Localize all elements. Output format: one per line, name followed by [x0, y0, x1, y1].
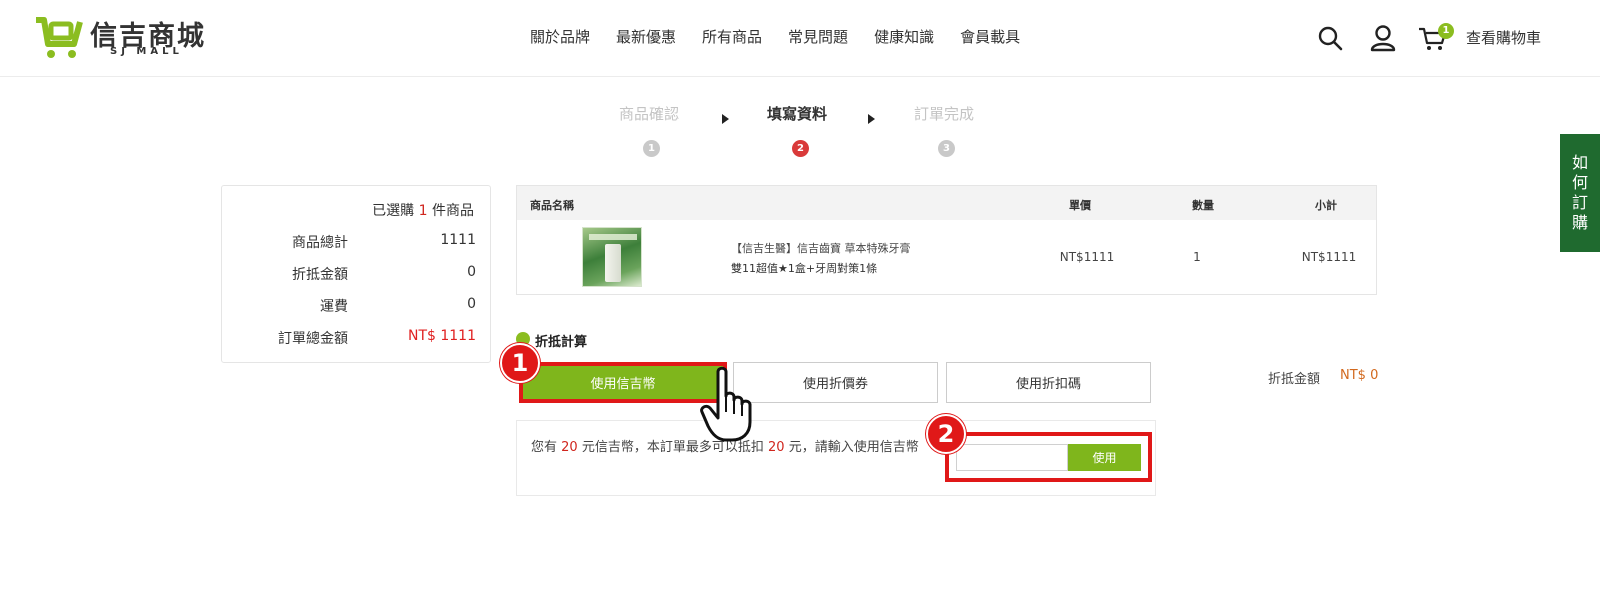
summary-label: 訂單總金額	[278, 331, 348, 347]
summary-row-discount: 折抵金額 0	[222, 264, 492, 284]
coin-balance: 20	[561, 440, 578, 455]
summary-label: 折抵金額	[292, 267, 348, 283]
product-thumbnail[interactable]	[582, 227, 642, 287]
user-icon[interactable]	[1370, 24, 1396, 52]
callout-marker-1: 1	[500, 343, 540, 383]
product-table: 商品名稱 單價 數量 小計 【信吉生醫】信吉齒寶 草本特殊牙膏 雙11超值★1盒…	[516, 185, 1377, 295]
step-arrow-icon	[722, 114, 729, 124]
step-1-label: 商品確認	[619, 105, 680, 123]
step-2-label: 填寫資料	[767, 105, 828, 123]
search-icon[interactable]	[1317, 24, 1343, 52]
col-header-subtotal: 小計	[1315, 199, 1337, 212]
coin-text-part: 元，請輸入使用信吉幣	[788, 440, 919, 455]
side-tab-char: 購	[1571, 213, 1588, 232]
thumbnail-banner	[589, 234, 637, 240]
product-name[interactable]: 【信吉生醫】信吉齒寶 草本特殊牙膏	[731, 240, 911, 256]
product-qty: 1	[1193, 250, 1201, 264]
summary-value: 0	[467, 296, 476, 312]
pointing-hand-icon	[700, 366, 752, 442]
order-summary: 已選購 1 件商品 商品總計 1111 折抵金額 0 運費 0 訂單總金額 NT…	[221, 185, 491, 363]
summary-row-subtotal: 商品總計 1111	[222, 232, 492, 252]
summary-row-total: 訂單總金額 NT$ 1111	[222, 328, 492, 348]
nav-item-products[interactable]: 所有商品	[702, 26, 762, 47]
side-tab-char: 何	[1571, 173, 1588, 192]
tab-use-promo-code-button[interactable]: 使用折扣碼	[946, 362, 1151, 403]
thumbnail-toothpaste	[605, 244, 621, 282]
step-1-number: 1	[643, 140, 660, 157]
discount-section-title: 折抵計算	[535, 335, 588, 350]
selected-count-text: 已選購 1 件商品	[372, 200, 474, 220]
side-tab-char: 如	[1571, 153, 1588, 172]
tab-use-coins-button[interactable]: 使用信吉幣	[519, 362, 727, 403]
col-header-price: 單價	[1069, 199, 1091, 212]
site-header: 信吉商城 SJ MALL 關於品牌 最新優惠 所有商品 常見問題 健康知識 會員…	[0, 0, 1600, 77]
summary-label: 運費	[320, 299, 348, 315]
apply-coins-button[interactable]: 使用	[1068, 444, 1141, 471]
how-to-order-side-tab[interactable]: 如 何 訂 購	[1560, 134, 1600, 252]
step-2-number: 2	[792, 140, 809, 157]
discount-amount-value: NT$ 0	[1340, 368, 1379, 383]
product-price: NT$1111	[1059, 250, 1115, 264]
step-3-number: 3	[938, 140, 955, 157]
selected-suffix: 件商品	[432, 203, 474, 219]
col-header-name: 商品名稱	[530, 199, 574, 212]
selected-count: 1	[418, 203, 428, 219]
coin-amount-input[interactable]	[956, 444, 1068, 471]
view-cart-link[interactable]: 查看購物車	[1466, 27, 1541, 48]
product-variant: 雙11超值★1盒+牙周對策1條	[731, 262, 878, 275]
nav-item-offers[interactable]: 最新優惠	[616, 26, 676, 47]
nav-item-about[interactable]: 關於品牌	[530, 26, 590, 47]
product-subtotal: NT$1111	[1301, 250, 1357, 264]
side-tab-char: 訂	[1571, 193, 1588, 212]
step-3-label: 訂單完成	[914, 105, 975, 123]
col-header-qty: 數量	[1192, 199, 1214, 212]
brand-name-en: SJ MALL	[110, 46, 183, 57]
nav-item-faq[interactable]: 常見問題	[788, 26, 848, 47]
nav-item-health[interactable]: 健康知識	[874, 26, 934, 47]
summary-row-shipping: 運費 0	[222, 296, 492, 316]
order-total-value: NT$ 1111	[407, 328, 476, 344]
summary-value: 0	[467, 264, 476, 280]
coin-max-deduction: 20	[768, 440, 785, 455]
discount-amount-label: 折抵金額	[1268, 372, 1321, 387]
step-arrow-icon	[868, 114, 875, 124]
main-nav: 關於品牌 最新優惠 所有商品 常見問題 健康知識 會員載具	[530, 26, 1020, 47]
summary-value: 1111	[440, 232, 476, 248]
summary-label: 商品總計	[292, 235, 348, 251]
table-header: 商品名稱 單價 數量 小計	[517, 186, 1376, 220]
coin-text-part: 您有	[531, 440, 558, 455]
brand-logo[interactable]: 信吉商城 SJ MALL	[34, 12, 224, 62]
cart-count-badge: 1	[1438, 23, 1454, 39]
callout-marker-2: 2	[926, 414, 966, 454]
selected-prefix: 已選購	[372, 203, 415, 219]
logo-cart-icon	[36, 17, 83, 58]
nav-item-member-carrier[interactable]: 會員載具	[960, 26, 1020, 47]
